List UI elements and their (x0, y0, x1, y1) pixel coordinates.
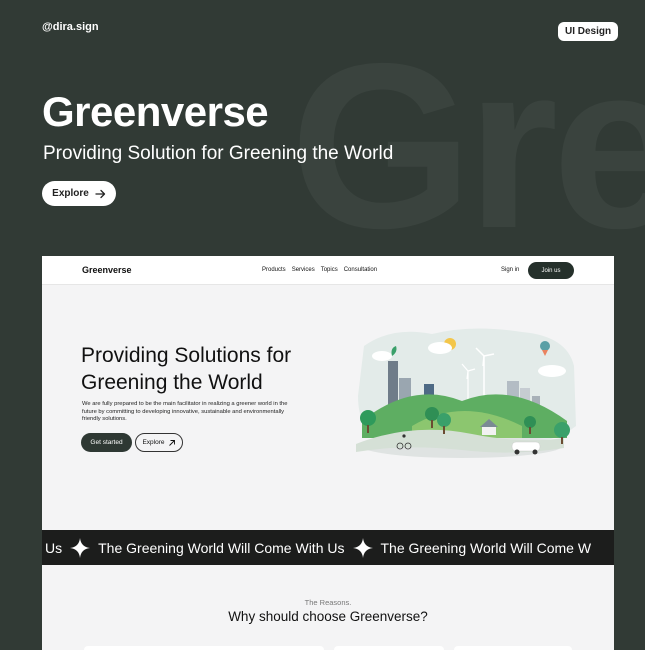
get-started-button[interactable]: Get started (81, 433, 132, 452)
mockup-navbar: Greenverse Products Services Topics Cons… (42, 256, 614, 285)
hero-explore-label: Explore (142, 439, 165, 446)
arrow-right-icon (95, 189, 105, 198)
reasons-kicker: The Reasons. (304, 598, 352, 607)
sparkle-star-icon (70, 537, 91, 558)
hero-heading-line1: Providing Solutions for (81, 344, 292, 367)
page-subtitle: Providing Solution for Greening the Worl… (43, 143, 394, 164)
sparkle-star-icon (352, 537, 373, 558)
hero-explore-button[interactable]: Explore (135, 433, 183, 452)
hero-heading-line2: Greening the World (81, 371, 263, 394)
green-city-illustration (356, 328, 576, 458)
author-handle: @dira.sign (42, 21, 99, 33)
nav-link-consultation[interactable]: Consultation (344, 267, 377, 273)
reasons-title: Why should choose Greenverse? (228, 609, 428, 624)
category-tag: UI Design (558, 22, 619, 41)
marquee-text: The Greening World Will Come W (380, 539, 592, 556)
reason-card (84, 646, 324, 650)
explore-label: Explore (52, 188, 89, 199)
nav-link-products[interactable]: Products (262, 267, 286, 273)
hero-heading: Providing Solutions for Greening the Wor… (81, 342, 331, 396)
marquee-banner: Us The Greening World Will Come With Us … (42, 530, 614, 565)
arrow-up-right-icon (168, 439, 175, 446)
reason-card (454, 646, 572, 650)
nav-link-topics[interactable]: Topics (321, 267, 338, 273)
hero-paragraph: We are fully prepared to be the main fac… (82, 401, 288, 422)
explore-button[interactable]: Explore (42, 181, 116, 206)
reason-card (334, 646, 444, 650)
website-mockup: Greenverse Products Services Topics Cons… (42, 256, 614, 650)
mockup-brand-logo[interactable]: Greenverse (82, 265, 132, 275)
signin-link[interactable]: Sign in (501, 267, 519, 273)
nav-link-services[interactable]: Services (292, 267, 315, 273)
marquee-text-lead: Us (45, 539, 63, 556)
join-button[interactable]: Join us (528, 262, 574, 279)
mockup-nav-links: Products Services Topics Consultation (262, 267, 377, 273)
marquee-text: The Greening World Will Come With Us (98, 539, 345, 556)
page-title: Greenverse (42, 88, 269, 135)
